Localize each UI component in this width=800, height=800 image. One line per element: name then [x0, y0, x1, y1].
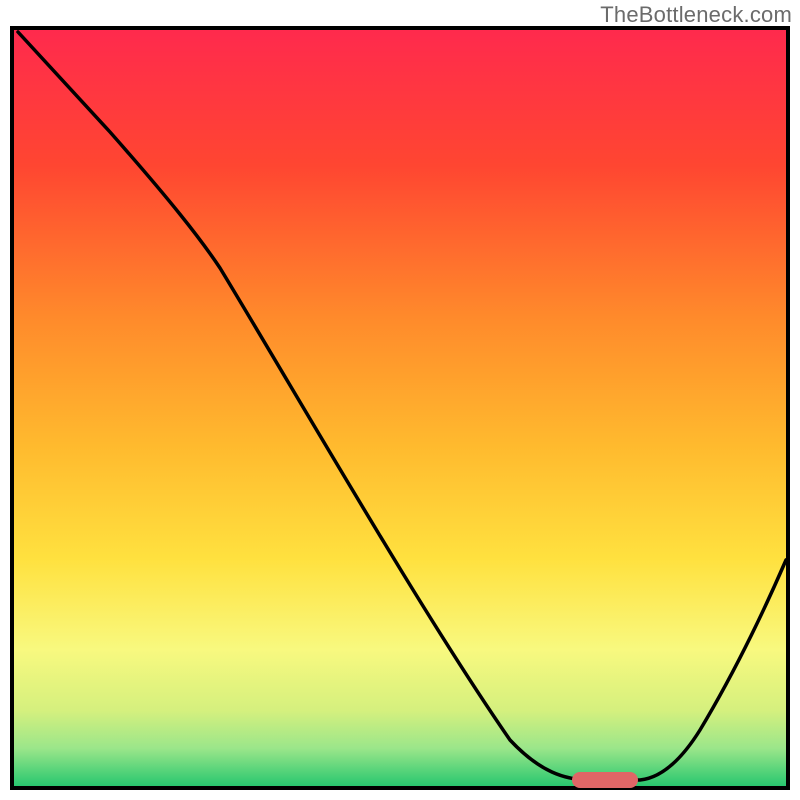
bottleneck-chart	[0, 0, 800, 800]
gradient-bg	[14, 30, 786, 786]
watermark-text: TheBottleneck.com	[600, 2, 792, 28]
optimal-marker	[572, 772, 638, 788]
chart-wrapper: TheBottleneck.com	[0, 0, 800, 800]
